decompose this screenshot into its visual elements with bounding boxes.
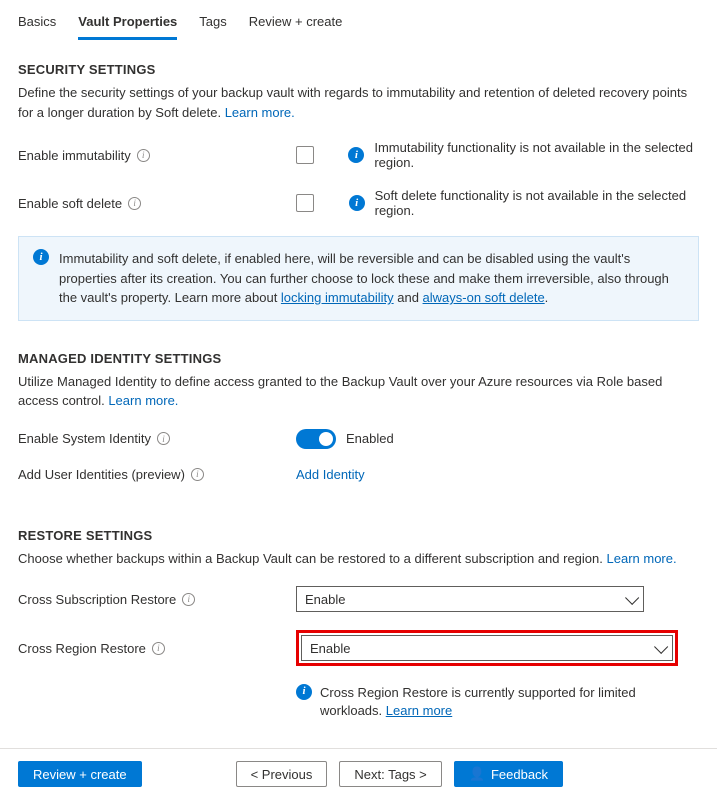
csr-select-value: Enable xyxy=(305,592,345,607)
row-crr: Cross Region Restore Enable xyxy=(18,630,699,666)
immutability-unavailable-msg: Immutability functionality is not availa… xyxy=(374,140,699,170)
crr-note: Cross Region Restore is currently suppor… xyxy=(296,684,696,720)
feedback-icon: 👤 xyxy=(469,766,485,782)
always-on-soft-delete-link[interactable]: always-on soft delete xyxy=(423,290,545,305)
restore-desc: Choose whether backups within a Backup V… xyxy=(18,549,699,569)
feedback-label: Feedback xyxy=(491,767,548,782)
info-solid-icon xyxy=(33,249,49,265)
locking-immutability-link[interactable]: locking immutability xyxy=(281,290,394,305)
soft-delete-unavailable-msg: Soft delete functionality is not availab… xyxy=(375,188,699,218)
tab-basics[interactable]: Basics xyxy=(18,8,56,40)
crr-learn-more-link[interactable]: Learn more xyxy=(386,703,452,718)
restore-desc-text: Choose whether backups within a Backup V… xyxy=(18,551,607,566)
info-icon[interactable] xyxy=(152,642,165,655)
enable-soft-delete-label: Enable soft delete xyxy=(18,196,122,211)
info-icon[interactable] xyxy=(137,149,150,162)
tab-vault-properties[interactable]: Vault Properties xyxy=(78,8,177,40)
info-solid-icon xyxy=(349,195,365,211)
security-info-banner: Immutability and soft delete, if enabled… xyxy=(18,236,699,321)
add-user-identities-label: Add User Identities (preview) xyxy=(18,467,185,482)
info-solid-icon xyxy=(296,684,312,700)
tab-tags[interactable]: Tags xyxy=(199,8,226,40)
restore-learn-more-link[interactable]: Learn more. xyxy=(607,551,677,566)
system-identity-toggle[interactable] xyxy=(296,429,336,449)
enable-soft-delete-checkbox[interactable] xyxy=(296,194,314,212)
crr-note-text: Cross Region Restore is currently suppor… xyxy=(320,685,636,718)
previous-button[interactable]: < Previous xyxy=(236,761,328,787)
enable-system-identity-label: Enable System Identity xyxy=(18,431,151,446)
tabs-bar: Basics Vault Properties Tags Review + cr… xyxy=(18,0,699,40)
csr-label: Cross Subscription Restore xyxy=(18,592,176,607)
security-desc-text: Define the security settings of your bac… xyxy=(18,85,687,120)
crr-select-value: Enable xyxy=(310,641,350,656)
info-icon[interactable] xyxy=(128,197,141,210)
identity-desc: Utilize Managed Identity to define acces… xyxy=(18,372,699,411)
system-identity-state: Enabled xyxy=(346,431,394,446)
crr-highlight: Enable xyxy=(296,630,678,666)
identity-title: MANAGED IDENTITY SETTINGS xyxy=(18,351,699,366)
restore-title: RESTORE SETTINGS xyxy=(18,528,699,543)
row-user-identities: Add User Identities (preview) Add Identi… xyxy=(18,467,699,482)
footer-bar: Review + create < Previous Next: Tags > … xyxy=(18,761,699,799)
footer-separator xyxy=(0,748,717,749)
info-icon[interactable] xyxy=(182,593,195,606)
tab-review-create[interactable]: Review + create xyxy=(249,8,343,40)
next-button[interactable]: Next: Tags > xyxy=(339,761,441,787)
review-create-button[interactable]: Review + create xyxy=(18,761,142,787)
csr-select[interactable]: Enable xyxy=(296,586,644,612)
security-title: SECURITY SETTINGS xyxy=(18,62,699,77)
banner-text-post: . xyxy=(545,290,549,305)
crr-select[interactable]: Enable xyxy=(301,635,673,661)
security-learn-more-link[interactable]: Learn more. xyxy=(225,105,295,120)
identity-learn-more-link[interactable]: Learn more. xyxy=(108,393,178,408)
row-csr: Cross Subscription Restore Enable xyxy=(18,586,699,612)
feedback-button[interactable]: 👤 Feedback xyxy=(454,761,563,787)
add-identity-link[interactable]: Add Identity xyxy=(296,467,365,482)
banner-text-mid: and xyxy=(394,290,423,305)
enable-immutability-label: Enable immutability xyxy=(18,148,131,163)
info-icon[interactable] xyxy=(191,468,204,481)
info-solid-icon xyxy=(348,147,364,163)
row-immutability: Enable immutability Immutability functio… xyxy=(18,140,699,170)
security-desc: Define the security settings of your bac… xyxy=(18,83,699,122)
row-system-identity: Enable System Identity Enabled xyxy=(18,429,699,449)
enable-immutability-checkbox[interactable] xyxy=(296,146,314,164)
row-soft-delete: Enable soft delete Soft delete functiona… xyxy=(18,188,699,218)
crr-label: Cross Region Restore xyxy=(18,641,146,656)
info-icon[interactable] xyxy=(157,432,170,445)
